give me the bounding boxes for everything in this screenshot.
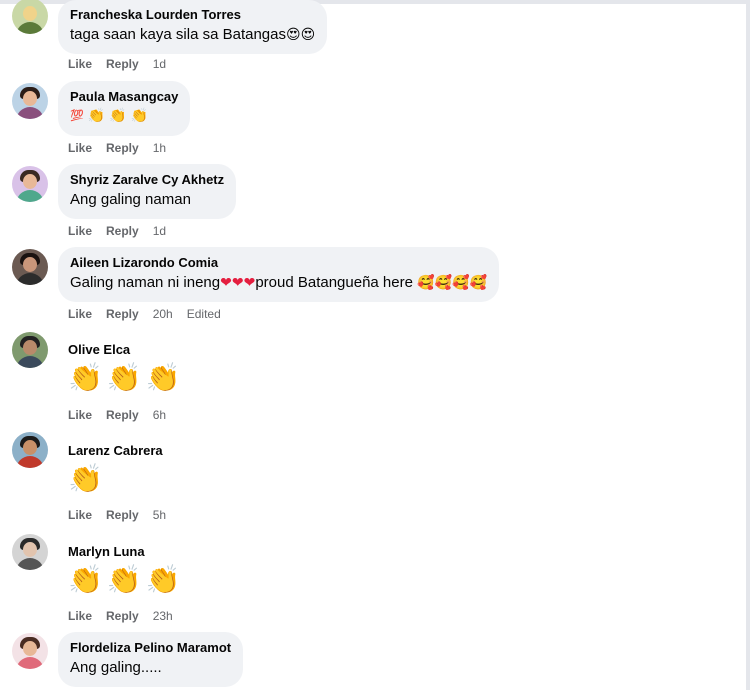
comment-actions: Like Reply 5h: [68, 508, 180, 522]
reply-button[interactable]: Reply: [106, 508, 139, 522]
comment-author[interactable]: Marlyn Luna: [68, 543, 181, 560]
comment-text: Ang galing.....: [70, 659, 162, 676]
comment-bubble: Aileen Lizarondo Comia Galing naman ni i…: [58, 247, 499, 302]
like-button[interactable]: Like: [68, 408, 92, 422]
comment-timestamp[interactable]: 5h: [153, 508, 166, 522]
comment-text-continued: proud Batangueña here: [255, 274, 418, 291]
clapping-hands-emoji: 👏: [68, 563, 103, 596]
heart-eyes-emoji: 😍: [300, 27, 316, 43]
clapping-hands-emoji: 👏: [106, 563, 142, 596]
scrollbar-track[interactable]: [746, 0, 750, 690]
heart-emoji: ❤: [243, 275, 256, 291]
comment-author[interactable]: Larenz Cabrera: [68, 442, 163, 459]
comment-timestamp[interactable]: 6h: [153, 408, 166, 422]
reply-button[interactable]: Reply: [106, 609, 139, 623]
reply-button[interactable]: Reply: [106, 408, 139, 422]
comment-bubble: Francheska Lourden Torres taga saan kaya…: [58, 0, 328, 54]
comment-timestamp[interactable]: 20h: [153, 307, 173, 321]
heart-emoji: ❤: [220, 275, 232, 291]
clapping-hands-emoji: 👏: [145, 563, 181, 596]
hundred-points-emoji: 💯: [70, 109, 84, 122]
clapping-hands-emoji: 👏: [145, 361, 181, 394]
comment-timestamp[interactable]: 1d: [153, 224, 166, 238]
clapping-hands-emoji: 👏: [68, 361, 103, 394]
reply-button[interactable]: Reply: [106, 57, 139, 71]
like-button[interactable]: Like: [68, 141, 92, 155]
comment-bubble: Paula Masangcay 💯 👏 👏 👏: [58, 81, 191, 136]
comment-actions: Like Reply 20h Edited: [68, 307, 221, 321]
like-button[interactable]: Like: [68, 307, 92, 321]
comment-actions: Like Reply 23h: [68, 609, 187, 623]
comment-author[interactable]: Paula Masangcay: [70, 88, 178, 105]
comment-timestamp[interactable]: 1h: [153, 141, 166, 155]
avatar[interactable]: [12, 83, 48, 119]
heart-emoji: ❤: [231, 275, 244, 291]
comment-bubble: Olive Elca 👏 👏 👏: [58, 334, 193, 402]
comment-bubble: Shyriz Zaralve Cy Akhetz Ang galing nama…: [58, 164, 237, 219]
avatar[interactable]: [12, 249, 48, 285]
like-button[interactable]: Like: [68, 609, 92, 623]
like-button[interactable]: Like: [68, 57, 92, 71]
avatar[interactable]: [12, 432, 48, 468]
clapping-hands-emoji: 👏: [68, 462, 103, 495]
comment-text: Galing naman ni ineng: [70, 274, 221, 291]
comment-bubble: Larenz Cabrera 👏: [58, 435, 175, 503]
comment-text: Ang galing naman: [70, 191, 191, 208]
avatar[interactable]: [12, 332, 48, 368]
clapping-hands-emoji: 👏: [130, 108, 149, 124]
smiling-hearts-emoji: 🥰: [469, 275, 487, 291]
comment-author[interactable]: Francheska Lourden Torres: [70, 6, 315, 23]
comment-actions: Like Reply 1h: [68, 141, 180, 155]
like-button[interactable]: Like: [68, 224, 92, 238]
comment-author[interactable]: Aileen Lizarondo Comia: [70, 254, 487, 271]
comment-actions: Like Reply 1d: [68, 224, 180, 238]
comment-timestamp[interactable]: 23h: [153, 609, 173, 623]
comment-author[interactable]: Shyriz Zaralve Cy Akhetz: [70, 171, 224, 188]
heart-eyes-emoji: 😍: [285, 27, 301, 43]
reply-button[interactable]: Reply: [106, 224, 139, 238]
reply-button[interactable]: Reply: [106, 307, 139, 321]
comment-text: taga saan kaya sila sa Batangas: [70, 26, 286, 43]
comment-bubble: Flordeliza Pelino Maramot Ang galing....…: [58, 632, 244, 687]
comment-bubble: Marlyn Luna 👏 👏 👏: [58, 536, 193, 604]
avatar[interactable]: [12, 166, 48, 202]
reply-button[interactable]: Reply: [106, 141, 139, 155]
comment-author[interactable]: Olive Elca: [68, 341, 181, 358]
smiling-hearts-emoji: 🥰: [417, 275, 435, 291]
clapping-hands-emoji: 👏: [87, 108, 106, 124]
comment-author[interactable]: Flordeliza Pelino Maramot: [70, 639, 231, 656]
smiling-hearts-emoji: 🥰: [434, 275, 452, 291]
clapping-hands-emoji: 👏: [109, 108, 127, 124]
avatar[interactable]: [12, 0, 48, 34]
comment-actions: Like Reply 1d: [68, 57, 180, 71]
edited-label: Edited: [186, 307, 221, 321]
avatar[interactable]: [12, 633, 48, 669]
comment-timestamp[interactable]: 1d: [153, 57, 166, 71]
comment-actions: Like Reply 6h: [68, 408, 180, 422]
smiling-hearts-emoji: 🥰: [452, 275, 470, 291]
clapping-hands-emoji: 👏: [106, 361, 142, 394]
like-button[interactable]: Like: [68, 508, 92, 522]
avatar[interactable]: [12, 534, 48, 570]
